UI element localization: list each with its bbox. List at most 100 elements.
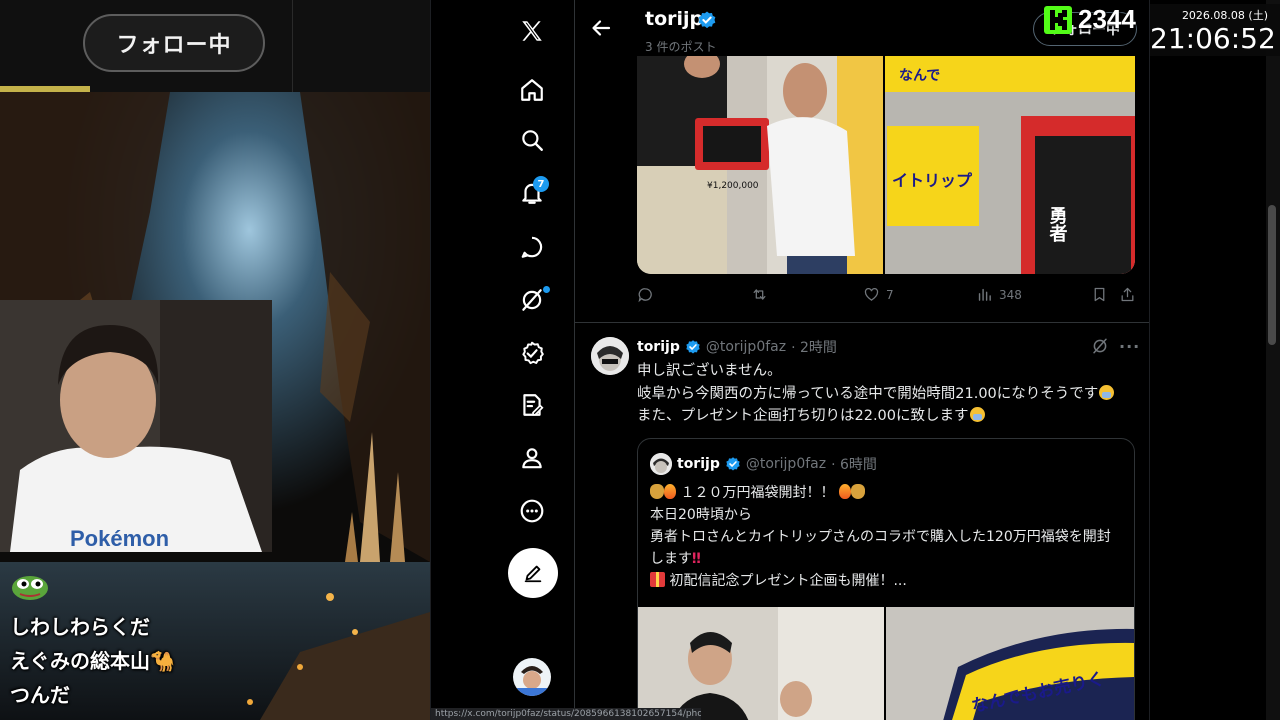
webcam-feed: Pokémon <box>0 300 272 552</box>
x-main-column: torijp 3 件のポスト フォロー中 ¥1,200,000 なんで イトリッ… <box>575 0 1149 720</box>
post-text-line: また、プレゼント企画打ち切りは22.00に致します <box>637 408 969 424</box>
post-action-bar: 7 348 <box>637 286 1137 312</box>
kick-logo-icon <box>1044 5 1072 34</box>
post-text: 申し訳ございません。 岐阜から今関西の方に帰っている途中で開始時間21.00にな… <box>637 360 1137 428</box>
fire-emoji-icon <box>838 484 851 499</box>
quote-text-line: します <box>650 551 692 567</box>
grok-dot-badge <box>543 286 550 293</box>
communities-icon[interactable] <box>511 332 553 374</box>
svg-text:勇者: 勇者 <box>1047 206 1069 243</box>
home-icon[interactable] <box>511 69 553 111</box>
post-item[interactable]: torijp @torijp0faz · 2時間 ··· 申し訳ございません。 … <box>575 323 1149 720</box>
top-bar-divider <box>292 0 293 92</box>
bookmark-button[interactable] <box>1091 286 1108 303</box>
quote-text-line: 勇者トロさんとカイトリップさんのコラボで購入した120万円福袋を開封 <box>650 529 1111 545</box>
reply-icon <box>638 288 652 303</box>
quote-text-line-with-emoji: します‼ <box>650 548 1130 570</box>
post-text-line: 岐阜から今関西の方に帰っている途中で開始時間21.00になりそうです <box>637 385 1099 402</box>
author-name[interactable]: torijp <box>637 339 680 355</box>
quote-author-avatar <box>650 453 672 475</box>
author-handle[interactable]: @torijp0faz <box>706 339 786 355</box>
clock-time: 21:06:52 <box>1150 22 1276 55</box>
reply-button[interactable] <box>637 286 660 303</box>
verified-badge-icon <box>726 457 740 471</box>
bookmark-icon <box>1094 287 1105 302</box>
quote-title-line: １２０万円福袋開封！！ <box>650 482 1130 504</box>
profile-icon[interactable] <box>511 437 553 479</box>
compose-icon <box>524 565 542 583</box>
post-media-grid[interactable]: ¥1,200,000 なんで イトリップ 勇者 <box>637 56 1135 274</box>
views-icon <box>978 288 991 301</box>
pepe-emote-icon <box>12 576 48 600</box>
views-button[interactable]: 348 <box>976 286 1022 303</box>
share-button[interactable] <box>1119 286 1136 303</box>
svg-text:なんで: なんで <box>899 68 940 84</box>
viewer-counter: 2344 <box>1044 4 1136 35</box>
price-tag-text: ¥1,200,000 <box>707 181 759 191</box>
share-icon <box>1121 287 1134 302</box>
scrollbar-track[interactable] <box>1266 0 1280 720</box>
x-browser-window: 7 torijp 3 件のポスト フォロー中 ¥1,200,000 なんで イト… <box>430 0 1150 720</box>
double-exclamation-emoji-icon: ‼ <box>692 551 701 567</box>
messages-icon[interactable] <box>511 226 553 268</box>
like-count: 7 <box>886 287 894 302</box>
status-bar-url: https://x.com/torijp0faz/status/20859661… <box>431 708 701 720</box>
follow-overlay-pill: フォロー中 <box>83 14 265 72</box>
account-avatar[interactable] <box>513 658 551 696</box>
quoted-post[interactable]: torijp @torijp0faz · 6時間 １２０万円福袋開封！！ 本日2… <box>637 438 1135 720</box>
post-text-line-with-emoji: また、プレゼント企画打ち切りは22.00に致します <box>637 405 1137 428</box>
sweat-emoji-icon <box>1099 384 1115 400</box>
repost-button[interactable] <box>751 286 774 303</box>
stream-clock: 2026.08.08 (土) 21:06:52 <box>1150 4 1280 56</box>
quote-title-text: １２０万円福袋開封！！ <box>680 485 835 501</box>
grok-icon[interactable] <box>1091 337 1109 355</box>
repost-icon <box>753 289 766 300</box>
clock-date: 2026.08.08 (土) <box>1181 9 1268 22</box>
post-text-line-with-emoji: 岐阜から今関西の方に帰っている途中で開始時間21.00になりそうです <box>637 383 1137 406</box>
post-timestamp[interactable]: · 2時間 <box>791 337 837 357</box>
viewer-count: 2344 <box>1078 4 1136 34</box>
compose-post-button[interactable] <box>508 548 558 598</box>
chat-message: しわしわらくだ <box>10 615 150 639</box>
view-count: 348 <box>999 287 1022 302</box>
search-icon[interactable] <box>511 119 553 161</box>
profile-name: torijp <box>645 8 704 30</box>
more-options-icon[interactable]: ··· <box>1119 337 1140 356</box>
gift-emoji-icon <box>650 572 665 587</box>
sweat-emoji-icon <box>969 407 985 422</box>
quote-timestamp: · 6時間 <box>831 457 877 473</box>
x-logo-icon[interactable] <box>511 10 553 52</box>
chat-message: つんだ <box>10 683 70 707</box>
chat-message: えぐみの総本山🐪 <box>10 649 175 673</box>
quote-author-line: torijp @torijp0faz · 6時間 <box>650 453 877 475</box>
svg-text:Pokémon: Pokémon <box>70 526 169 551</box>
post-text-line: 申し訳ございません。 <box>637 363 782 379</box>
right-margin <box>1150 0 1280 720</box>
more-icon[interactable] <box>511 490 553 532</box>
author-avatar[interactable] <box>591 337 629 375</box>
x-sidebar-nav: 7 <box>431 0 575 720</box>
post-count: 3 件のポスト <box>645 40 717 54</box>
stream-overlay-panel: フォロー中 Pokémon しわしわらくだ えぐみの総本山🐪 つんだ <box>0 0 430 720</box>
notification-badge: 7 <box>533 176 549 192</box>
money-bag-emoji-icon <box>850 484 865 499</box>
quote-media-grid[interactable]: なんでもお売りく <box>638 607 1135 720</box>
premium-icon[interactable] <box>511 384 553 426</box>
quote-author-handle: @torijp0faz <box>745 456 827 472</box>
money-bag-emoji-icon <box>650 484 664 499</box>
quote-text-line-with-emoji: 初配信記念プレゼント企画も開催！... <box>650 570 1130 592</box>
verified-badge-icon <box>686 340 700 354</box>
scrollbar-thumb[interactable] <box>1268 205 1276 345</box>
chat-overlay: しわしわらくだ えぐみの総本山🐪 つんだ <box>10 572 310 712</box>
post-author-line: torijp @torijp0faz · 2時間 <box>637 337 837 357</box>
stream-top-bar: フォロー中 <box>0 0 430 92</box>
back-arrow-icon[interactable] <box>589 16 613 40</box>
like-button[interactable]: 7 <box>863 286 894 303</box>
shop-sign-text: イトリップ <box>892 171 973 190</box>
heart-icon <box>864 287 879 301</box>
quote-author-name: torijp <box>677 456 720 472</box>
quote-text-line: 初配信記念プレゼント企画も開催！... <box>669 573 907 589</box>
quote-text: １２０万円福袋開封！！ 本日20時頃から 勇者トロさんとカイトリップさんのコラボ… <box>650 482 1130 592</box>
quote-text-line: 本日20時頃から <box>650 507 752 523</box>
verified-badge-icon <box>698 11 716 29</box>
